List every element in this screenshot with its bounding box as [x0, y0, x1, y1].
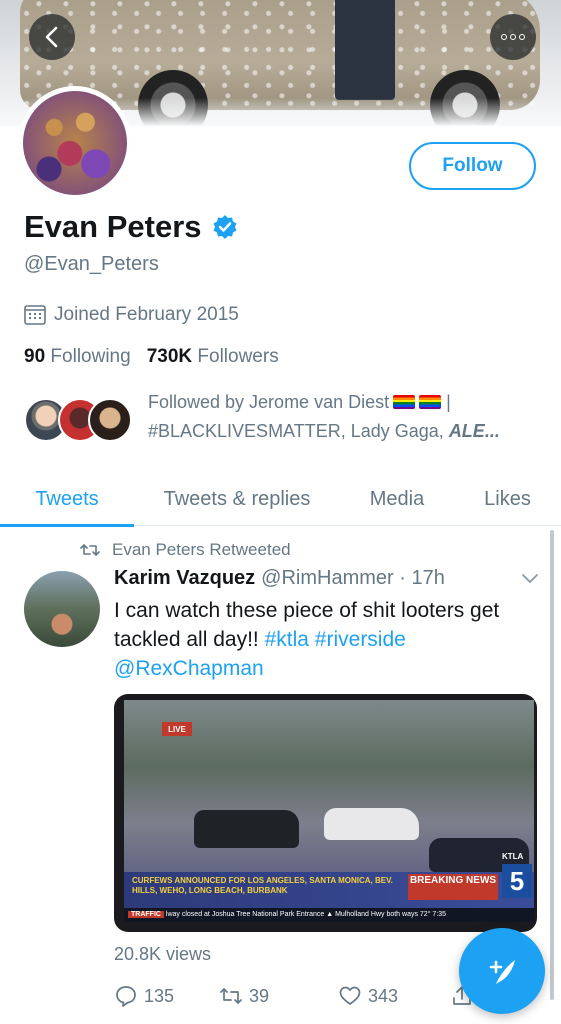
more-dots-icon — [501, 34, 525, 40]
followed-by-section[interactable]: Followed by Jerome van Diest | #BLACKLIV… — [24, 388, 544, 452]
rainbow-flag-icon — [393, 395, 416, 409]
like-button[interactable]: 343 — [338, 984, 398, 1008]
hashtag-link[interactable]: #ktla — [265, 628, 309, 651]
retweet-icon — [220, 988, 242, 1004]
video-car — [324, 808, 419, 840]
lower-third-text: CURFEWS ANNOUNCED FOR LOS ANGELES, SANTA… — [132, 876, 393, 895]
channel-label: KTLA — [502, 852, 524, 861]
retweet-context[interactable]: Evan Peters Retweeted — [80, 540, 291, 560]
like-count: 343 — [368, 985, 399, 1006]
tweet-header: Karim Vazquez @RimHammer · 17h — [114, 567, 445, 590]
follower-avatar — [88, 398, 132, 442]
followed-by-separator: | — [446, 392, 451, 412]
hashtag-link[interactable]: #riverside — [315, 628, 406, 651]
followed-by-last: ALE... — [448, 421, 500, 441]
compose-tweet-button[interactable] — [459, 928, 545, 1014]
live-badge: LIVE — [162, 722, 192, 736]
heart-icon — [339, 986, 361, 1005]
rainbow-flag-icon — [419, 395, 442, 409]
profile-name-row: Evan Peters — [24, 209, 238, 245]
tweet-author-meta: @RimHammer · 17h — [261, 567, 445, 589]
mention-link[interactable]: @RexChapman — [114, 657, 264, 680]
tweet-video[interactable]: LIVE CURFEWS ANNOUNCED FOR LOS ANGELES, … — [114, 694, 537, 932]
tab-tweets-replies[interactable]: Tweets & replies — [134, 472, 340, 526]
compose-tweet-icon — [489, 960, 515, 984]
profile-avatar[interactable] — [18, 86, 132, 200]
followers-label: Followers — [197, 346, 279, 367]
view-count: 20.8K views — [114, 944, 212, 964]
news-lower-third: CURFEWS ANNOUNCED FOR LOS ANGELES, SANTA… — [124, 852, 534, 922]
tweet-text: I can watch these piece of shit looters … — [114, 596, 514, 683]
tweet-author-avatar[interactable] — [24, 571, 100, 647]
joined-text: Joined February 2015 — [54, 304, 239, 325]
followers-link[interactable]: 730K Followers — [147, 346, 279, 368]
reply-button[interactable]: 135 — [114, 984, 174, 1008]
news-ticker: TRAFFIC lway closed at Joshua Tree Natio… — [124, 908, 534, 922]
verified-badge-icon — [213, 215, 236, 239]
profile-tabs: Tweets Tweets & replies Media Likes — [0, 472, 561, 527]
ticker-label: TRAFFIC — [128, 911, 164, 918]
channel-number: 5 — [502, 864, 532, 898]
joined-date: Joined February 2015 — [24, 304, 239, 326]
following-link[interactable]: 90 Following — [24, 346, 131, 368]
following-label: Following — [50, 346, 131, 367]
display-name: Evan Peters — [24, 209, 202, 244]
calendar-icon — [24, 305, 46, 325]
reply-icon — [116, 986, 136, 1007]
following-count: 90 — [24, 346, 46, 367]
followed-by-prefix: Followed by Jerome van Diest — [148, 392, 390, 412]
retweet-count: 39 — [249, 985, 270, 1006]
profile-handle: @Evan_Peters — [24, 253, 159, 275]
followed-by-rest: #BLACKLIVESMATTER, Lady Gaga, — [148, 421, 444, 441]
tab-media[interactable]: Media — [340, 472, 454, 526]
tab-tweets[interactable]: Tweets — [0, 472, 134, 527]
followers-count: 730K — [146, 346, 193, 367]
tweet-actions: 135 39 343 — [114, 984, 484, 1014]
ticker-text: lway closed at Joshua Tree National Park… — [165, 911, 447, 918]
reply-count: 135 — [144, 985, 175, 1006]
video-car — [194, 810, 299, 848]
back-button[interactable] — [29, 14, 75, 60]
chevron-down-icon[interactable] — [520, 572, 540, 586]
video-frame: LIVE CURFEWS ANNOUNCED FOR LOS ANGELES, … — [124, 700, 534, 922]
follow-button[interactable]: Follow — [409, 142, 536, 190]
breaking-news-badge: BREAKING NEWS — [408, 874, 498, 900]
more-button[interactable] — [490, 14, 536, 60]
retweet-context-text: Evan Peters Retweeted — [112, 540, 291, 559]
scrollbar[interactable] — [550, 530, 554, 1000]
chevron-left-icon — [45, 26, 58, 48]
retweet-icon — [80, 544, 100, 556]
tweet-author-name[interactable]: Karim Vazquez — [114, 567, 255, 590]
retweet-button[interactable]: 39 — [219, 984, 269, 1008]
tab-likes[interactable]: Likes — [454, 472, 561, 526]
followed-by-text: Followed by Jerome van Diest | #BLACKLIV… — [148, 388, 544, 446]
follow-counts: 90 Following 730K Followers — [24, 346, 279, 368]
banner-person — [335, 0, 395, 100]
